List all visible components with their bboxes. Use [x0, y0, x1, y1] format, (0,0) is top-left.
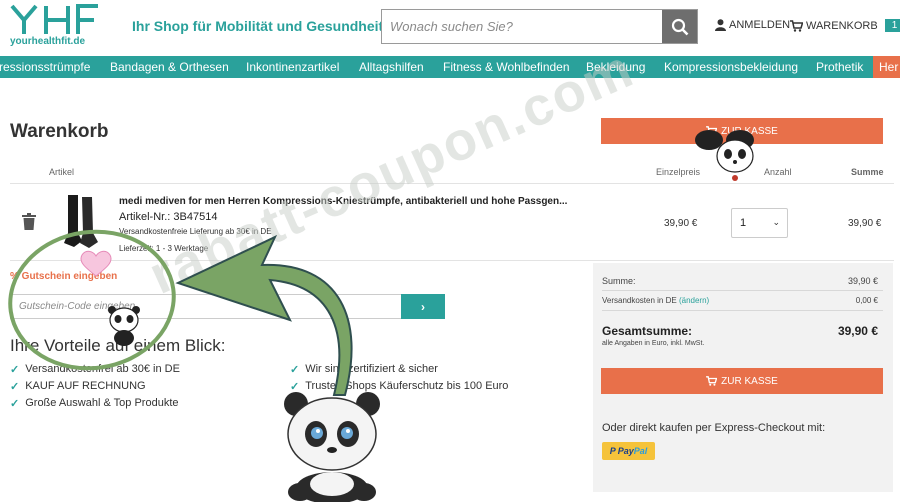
curved-arrow	[175, 234, 353, 396]
promo-overlay	[8, 130, 754, 502]
panda-small-icon	[108, 306, 140, 346]
panda-top-icon	[695, 130, 754, 181]
panda-large-icon	[284, 392, 380, 502]
highlight-circle	[8, 229, 176, 371]
heart-icon	[80, 250, 112, 277]
